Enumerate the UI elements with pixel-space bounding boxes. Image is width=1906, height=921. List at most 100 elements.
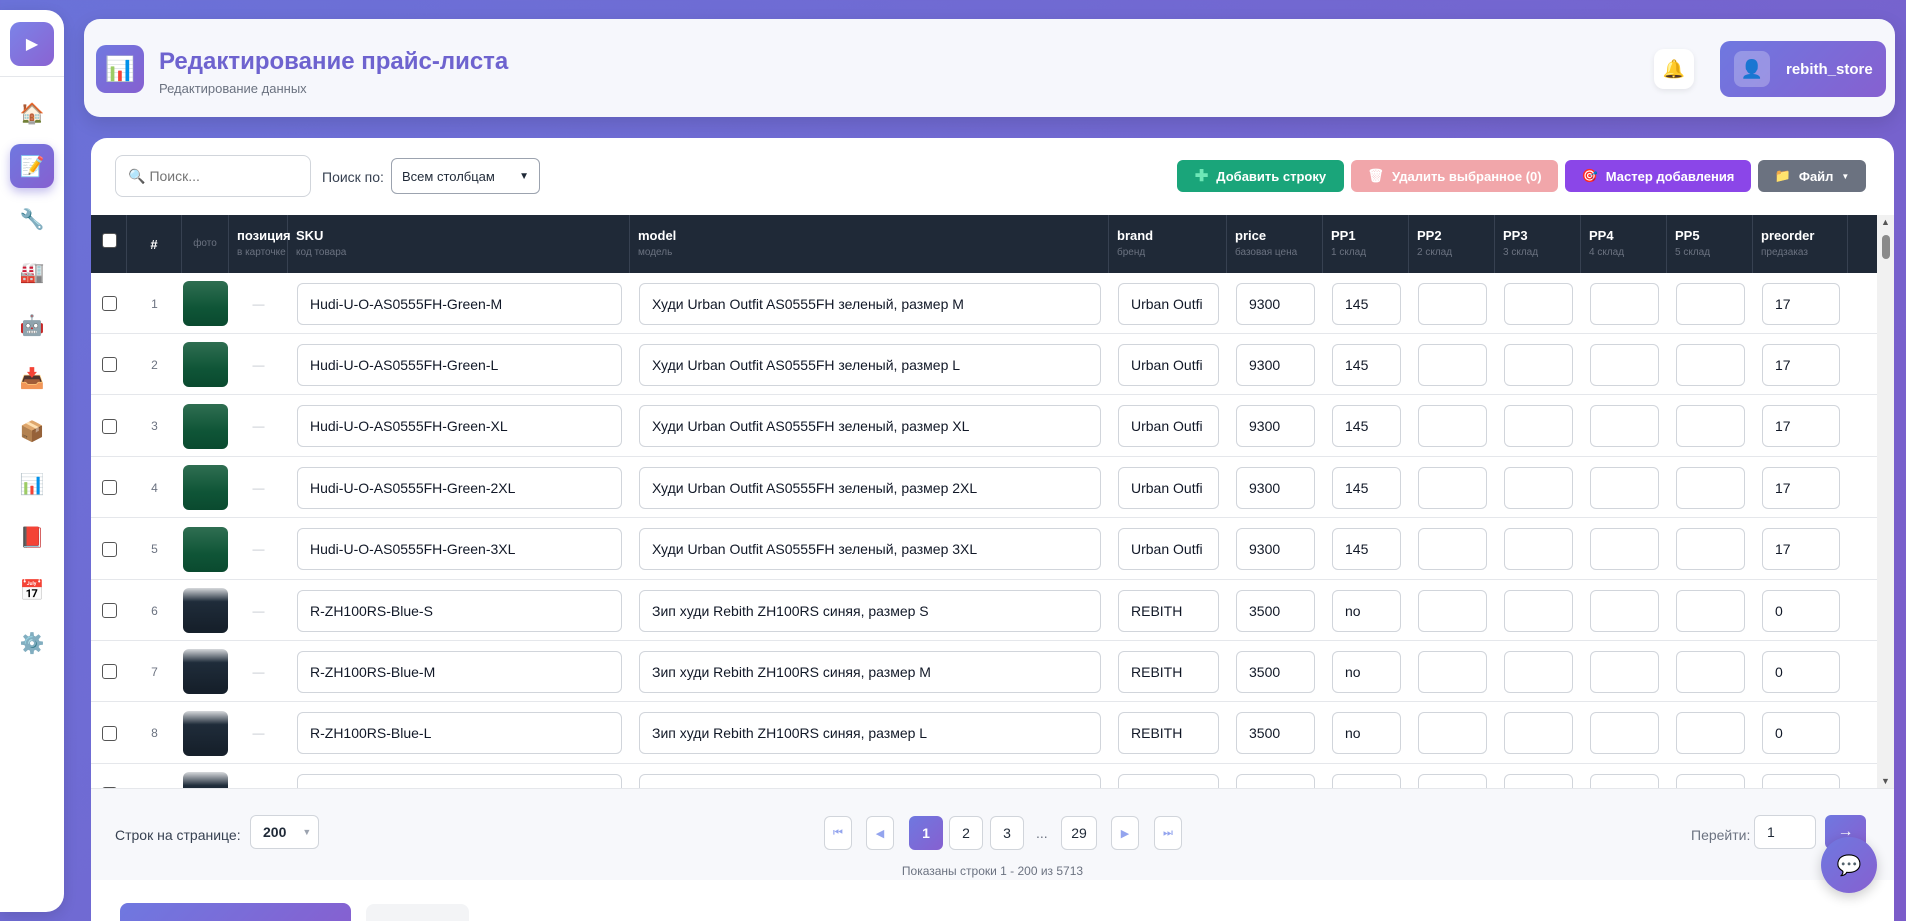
- pp4-input[interactable]: [1590, 650, 1659, 693]
- next-page-icon[interactable]: ▶: [1111, 816, 1139, 850]
- preorder-input[interactable]: 0: [1762, 589, 1840, 632]
- price-input[interactable]: [1236, 773, 1315, 788]
- row-checkbox[interactable]: [102, 480, 117, 496]
- inbox-icon[interactable]: 📥: [10, 356, 54, 400]
- product-photo[interactable]: [183, 526, 228, 572]
- brand-input[interactable]: Urban Outfi: [1118, 343, 1219, 386]
- document-icon[interactable]: 📝: [10, 144, 54, 188]
- bottom-tab[interactable]: [366, 904, 469, 921]
- price-input[interactable]: 9300: [1236, 343, 1315, 386]
- price-input[interactable]: 9300: [1236, 528, 1315, 571]
- pp4-input[interactable]: [1590, 282, 1659, 325]
- pp1-input[interactable]: 145: [1332, 282, 1401, 325]
- row-checkbox[interactable]: [102, 296, 117, 311]
- pp1-input[interactable]: 145: [1332, 405, 1401, 448]
- pp3-input[interactable]: [1504, 589, 1573, 632]
- page-button-2[interactable]: 2: [949, 816, 983, 850]
- preorder-input[interactable]: [1762, 773, 1840, 788]
- pp3-input[interactable]: [1504, 405, 1573, 448]
- pp4-input[interactable]: [1590, 773, 1659, 788]
- pp5-input[interactable]: [1676, 466, 1745, 509]
- pp5-input[interactable]: [1676, 528, 1745, 571]
- product-photo[interactable]: [183, 403, 228, 449]
- row-checkbox[interactable]: [102, 603, 117, 618]
- pp3-input[interactable]: [1504, 282, 1573, 325]
- add-row-button[interactable]: ✚ Добавить строку: [1177, 160, 1344, 192]
- search-box[interactable]: 🔍: [115, 155, 311, 197]
- home-icon[interactable]: 🏠: [10, 91, 54, 135]
- row-checkbox[interactable]: [102, 725, 117, 741]
- preorder-input[interactable]: 17: [1762, 528, 1840, 571]
- pp3-input[interactable]: [1504, 773, 1573, 788]
- select-all-checkbox[interactable]: [102, 233, 117, 248]
- model-input[interactable]: Зип худи Rebith ZH100RS синяя, размер L: [639, 712, 1101, 755]
- row-checkbox[interactable]: [102, 418, 117, 434]
- pp4-input[interactable]: [1590, 405, 1659, 448]
- sku-input[interactable]: R-ZH100RS-Blue-L: [297, 712, 622, 755]
- delete-selected-button[interactable]: 🗑 Удалить выбранное (0): [1351, 160, 1558, 192]
- brand-input[interactable]: Urban Outfi: [1118, 466, 1219, 509]
- brand-input[interactable]: REBITH: [1118, 589, 1219, 632]
- sku-input[interactable]: R-ZH100RS-Blue-S: [297, 589, 622, 632]
- column-header-price[interactable]: price базовая цена: [1227, 215, 1323, 273]
- page-button-1[interactable]: 1: [909, 816, 943, 850]
- prev-page-icon[interactable]: ◀: [866, 816, 894, 850]
- pp3-input[interactable]: [1504, 712, 1573, 755]
- pp2-input[interactable]: [1418, 405, 1487, 448]
- product-photo[interactable]: [183, 649, 228, 695]
- product-photo[interactable]: [183, 588, 228, 633]
- preorder-input[interactable]: 17: [1762, 343, 1840, 386]
- last-page-icon[interactable]: ⏭: [1154, 816, 1182, 850]
- scrollbar-thumb[interactable]: [1882, 235, 1890, 259]
- column-header-pp5[interactable]: PP5 5 склад: [1667, 215, 1753, 273]
- pp1-input[interactable]: no: [1332, 650, 1401, 693]
- goto-page-input[interactable]: 1: [1754, 815, 1816, 849]
- bell-icon[interactable]: 🔔: [1654, 49, 1694, 89]
- sku-input[interactable]: Hudi-U-O-AS0555FH-Green-XL: [297, 405, 622, 448]
- pp1-input[interactable]: no: [1332, 712, 1401, 755]
- wrench-icon[interactable]: 🔧: [10, 197, 54, 241]
- first-page-icon[interactable]: ⏮: [824, 816, 852, 850]
- brand-input[interactable]: Urban Outfi: [1118, 405, 1219, 448]
- price-input[interactable]: 9300: [1236, 282, 1315, 325]
- column-header-model[interactable]: model модель: [630, 215, 1109, 273]
- preorder-input[interactable]: 0: [1762, 650, 1840, 693]
- pp1-input[interactable]: 145: [1332, 466, 1401, 509]
- gear-icon[interactable]: ⚙️: [10, 621, 54, 665]
- pp5-input[interactable]: [1676, 712, 1745, 755]
- price-input[interactable]: 9300: [1236, 466, 1315, 509]
- column-header-pp2[interactable]: PP2 2 склад: [1409, 215, 1495, 273]
- column-header-pp4[interactable]: PP4 4 склад: [1581, 215, 1667, 273]
- model-input[interactable]: Худи Urban Outfit AS0555FH зеленый, разм…: [639, 528, 1101, 571]
- pp1-input[interactable]: 145: [1332, 528, 1401, 571]
- package-icon[interactable]: 📦: [10, 409, 54, 453]
- model-input[interactable]: Худи Urban Outfit AS0555FH зеленый, разм…: [639, 282, 1101, 325]
- pp2-input[interactable]: [1418, 712, 1487, 755]
- row-checkbox[interactable]: [102, 541, 117, 557]
- model-input[interactable]: Зип худи Rebith ZH100RS синяя, размер S: [639, 589, 1101, 632]
- column-header-sku[interactable]: SKU код товара: [288, 215, 630, 273]
- pp2-input[interactable]: [1418, 282, 1487, 325]
- price-input[interactable]: 3500: [1236, 589, 1315, 632]
- sku-input[interactable]: [297, 773, 622, 788]
- user-menu-button[interactable]: 👤 rebith_store: [1720, 41, 1886, 97]
- product-photo[interactable]: [183, 465, 228, 511]
- brand-input[interactable]: Urban Outfi: [1118, 282, 1219, 325]
- column-header-position[interactable]: позиция в карточке: [229, 215, 291, 273]
- factory-icon[interactable]: 🏭: [10, 250, 54, 294]
- product-photo[interactable]: [183, 710, 228, 756]
- pp2-input[interactable]: [1418, 650, 1487, 693]
- model-input[interactable]: Худи Urban Outfit AS0555FH зеленый, разм…: [639, 466, 1101, 509]
- rows-per-page-select[interactable]: 200 ▼: [250, 815, 319, 849]
- preorder-input[interactable]: 17: [1762, 282, 1840, 325]
- vertical-scrollbar[interactable]: ▲ ▼: [1877, 215, 1894, 788]
- column-header-photo[interactable]: фото: [182, 215, 229, 273]
- pp2-input[interactable]: [1418, 589, 1487, 632]
- play-icon[interactable]: ▶: [10, 22, 54, 66]
- pp5-input[interactable]: [1676, 773, 1745, 788]
- pp1-input[interactable]: no: [1332, 589, 1401, 632]
- pp5-input[interactable]: [1676, 589, 1745, 632]
- model-input[interactable]: Худи Urban Outfit AS0555FH зеленый, разм…: [639, 343, 1101, 386]
- add-wizard-button[interactable]: 🎯 Мастер добавления: [1565, 160, 1751, 192]
- pp1-input[interactable]: 145: [1332, 343, 1401, 386]
